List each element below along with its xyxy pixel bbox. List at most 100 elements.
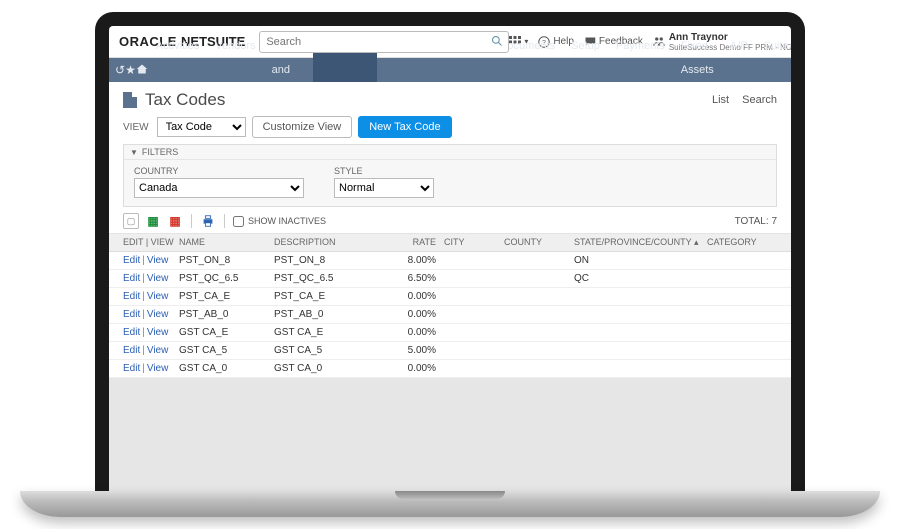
- cell-county: [504, 273, 574, 284]
- cell-description: GST CA_0: [274, 363, 394, 374]
- country-label: COUNTRY: [134, 166, 304, 176]
- cell-county: [504, 255, 574, 266]
- search-icon[interactable]: [491, 35, 503, 50]
- col-rate[interactable]: RATE: [394, 237, 444, 248]
- excel-icon[interactable]: ▦: [145, 213, 161, 229]
- cell-description: GST CA_5: [274, 345, 394, 356]
- table-row: Edit|ViewPST_AB_0PST_AB_00.00%: [109, 306, 791, 324]
- view-select[interactable]: Tax Code: [157, 117, 246, 137]
- col-county[interactable]: COUNTY: [504, 237, 574, 248]
- cell-state: [574, 345, 707, 356]
- new-doc-icon[interactable]: ▢: [123, 213, 139, 229]
- global-search[interactable]: [259, 31, 509, 53]
- cell-city: [444, 309, 504, 320]
- cell-description: PST_ON_8: [274, 255, 394, 266]
- table-row: Edit|ViewGST CA_5GST CA_55.00%: [109, 342, 791, 360]
- page-title: Tax Codes: [145, 90, 702, 110]
- view-link[interactable]: View: [147, 363, 169, 374]
- edit-link[interactable]: Edit: [123, 291, 140, 302]
- table-row: Edit|ViewGST CA_EGST CA_E0.00%: [109, 324, 791, 342]
- search-link[interactable]: Search: [742, 94, 777, 106]
- edit-link[interactable]: Edit: [123, 327, 140, 338]
- cell-category: [707, 309, 777, 320]
- cell-description: PST_AB_0: [274, 309, 394, 320]
- chevron-down-icon: ▼: [130, 148, 138, 157]
- country-select[interactable]: Canada: [134, 178, 304, 198]
- cell-city: [444, 327, 504, 338]
- view-link[interactable]: View: [147, 255, 169, 266]
- print-icon[interactable]: [200, 213, 216, 229]
- cell-name: PST_AB_0: [179, 309, 274, 320]
- cell-rate: 0.00%: [394, 291, 444, 302]
- edit-link[interactable]: Edit: [123, 363, 140, 374]
- total-count: TOTAL: 7: [735, 216, 777, 227]
- nav-history-icon[interactable]: ↺: [115, 63, 125, 77]
- cell-state: [574, 309, 707, 320]
- show-inactives-checkbox[interactable]: [233, 216, 244, 227]
- col-state[interactable]: STATE/PROVINCE/COUNTY ▴: [574, 237, 707, 248]
- cell-county: [504, 345, 574, 356]
- style-label: STYLE: [334, 166, 434, 176]
- customize-view-button[interactable]: Customize View: [252, 116, 353, 138]
- col-city[interactable]: CITY: [444, 237, 504, 248]
- cell-category: [707, 273, 777, 284]
- view-link[interactable]: View: [147, 309, 169, 320]
- cell-description: PST_CA_E: [274, 291, 394, 302]
- edit-link[interactable]: Edit: [123, 255, 140, 266]
- cell-rate: 0.00%: [394, 309, 444, 320]
- style-select[interactable]: Normal: [334, 178, 434, 198]
- cell-name: GST CA_5: [179, 345, 274, 356]
- cell-city: [444, 255, 504, 266]
- page-body: [109, 378, 791, 491]
- cell-category: [707, 363, 777, 374]
- new-tax-code-button[interactable]: New Tax Code: [358, 116, 451, 138]
- view-link[interactable]: View: [147, 291, 169, 302]
- filters-panel: ▼ FILTERS COUNTRY Canada STYLE Normal: [123, 144, 777, 207]
- cell-county: [504, 327, 574, 338]
- cell-state: [574, 327, 707, 338]
- show-inactives-toggle[interactable]: SHOW INACTIVES: [233, 216, 326, 227]
- view-link[interactable]: View: [147, 273, 169, 284]
- cell-city: [444, 273, 504, 284]
- filters-toggle[interactable]: ▼ FILTERS: [124, 145, 776, 160]
- edit-link[interactable]: Edit: [123, 273, 140, 284]
- view-link[interactable]: View: [147, 327, 169, 338]
- table-row: Edit|ViewPST_QC_6.5PST_QC_6.56.50%QC: [109, 270, 791, 288]
- col-edit[interactable]: EDIT | VIEW: [123, 237, 179, 248]
- cell-name: GST CA_E: [179, 327, 274, 338]
- cell-city: [444, 363, 504, 374]
- cell-description: PST_QC_6.5: [274, 273, 394, 284]
- pdf-icon[interactable]: ▦: [167, 213, 183, 229]
- nav-home-icon[interactable]: [136, 63, 148, 78]
- cell-category: [707, 255, 777, 266]
- page-icon: [123, 92, 137, 108]
- table-row: Edit|ViewPST_CA_EPST_CA_E0.00%: [109, 288, 791, 306]
- table-row: Edit|ViewGST CA_0GST CA_00.00%: [109, 360, 791, 378]
- list-link[interactable]: List: [712, 94, 729, 106]
- edit-link[interactable]: Edit: [123, 309, 140, 320]
- tax-codes-table: EDIT | VIEW NAME DESCRIPTION RATE CITY C…: [109, 234, 791, 378]
- cell-rate: 8.00%: [394, 255, 444, 266]
- search-input[interactable]: [259, 31, 509, 53]
- cell-description: GST CA_E: [274, 327, 394, 338]
- view-label: VIEW: [123, 122, 149, 133]
- nav-star-icon[interactable]: ★: [125, 63, 136, 77]
- cell-state: [574, 291, 707, 302]
- cell-state: QC: [574, 273, 707, 284]
- cell-state: ON: [574, 255, 707, 266]
- col-name[interactable]: NAME: [179, 237, 274, 248]
- edit-link[interactable]: Edit: [123, 345, 140, 356]
- cell-name: PST_QC_6.5: [179, 273, 274, 284]
- cell-state: [574, 363, 707, 374]
- col-description[interactable]: DESCRIPTION: [274, 237, 394, 248]
- cell-county: [504, 363, 574, 374]
- cell-name: GST CA_0: [179, 363, 274, 374]
- col-category[interactable]: CATEGORY: [707, 237, 777, 248]
- cell-category: [707, 345, 777, 356]
- view-link[interactable]: View: [147, 345, 169, 356]
- cell-rate: 0.00%: [394, 363, 444, 374]
- cell-county: [504, 309, 574, 320]
- cell-category: [707, 327, 777, 338]
- main-nav: ↺ ★ ActivitiesVendorsPayroll and HRFinan…: [109, 58, 791, 82]
- cell-name: PST_CA_E: [179, 291, 274, 302]
